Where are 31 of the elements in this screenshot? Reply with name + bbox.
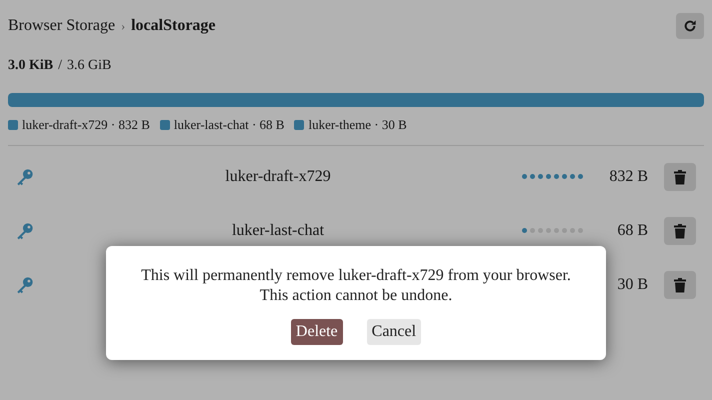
key-icon bbox=[16, 276, 34, 294]
usage-separator: / bbox=[58, 58, 62, 73]
delete-button[interactable] bbox=[664, 216, 696, 244]
refresh-icon bbox=[683, 19, 697, 33]
breadcrumb-current: localStorage bbox=[131, 16, 216, 36]
total-amount: 3.6 GiB bbox=[67, 58, 112, 73]
breadcrumb-link[interactable]: Browser Storage bbox=[8, 14, 116, 38]
legend-swatch bbox=[8, 120, 18, 130]
used-amount: 3.0 KiB bbox=[8, 58, 54, 73]
legend-swatch bbox=[294, 120, 304, 130]
delete-button[interactable] bbox=[664, 270, 696, 298]
refresh-button[interactable] bbox=[676, 13, 704, 39]
entry-name: luker-draft-x729 bbox=[224, 166, 332, 186]
entry-size: 30 B bbox=[616, 274, 648, 294]
cancel-button[interactable]: Cancel bbox=[366, 319, 422, 345]
delete-confirm-button[interactable]: Delete bbox=[290, 319, 343, 345]
entry-size: 68 B bbox=[616, 220, 648, 240]
trash-icon bbox=[673, 222, 687, 238]
delete-button[interactable] bbox=[664, 162, 696, 190]
legend-label: luker-theme · 30 B bbox=[308, 116, 407, 134]
trash-icon bbox=[673, 276, 687, 292]
legend-label: luker-draft-x729 · 832 B bbox=[22, 116, 150, 134]
entry-name: luker-last-chat bbox=[230, 220, 326, 240]
trash-icon bbox=[673, 168, 687, 184]
entry-size: 832 B bbox=[608, 166, 648, 186]
legend-label: luker-last-chat · 68 B bbox=[174, 116, 284, 134]
legend-swatch bbox=[160, 120, 170, 130]
chevron-icon: › bbox=[121, 17, 126, 35]
dialog-message: This will permanently remove luker-draft-x729 from your browser. This action cannot be undone. bbox=[140, 266, 572, 306]
key-icon bbox=[16, 168, 34, 186]
key-icon bbox=[16, 222, 34, 240]
